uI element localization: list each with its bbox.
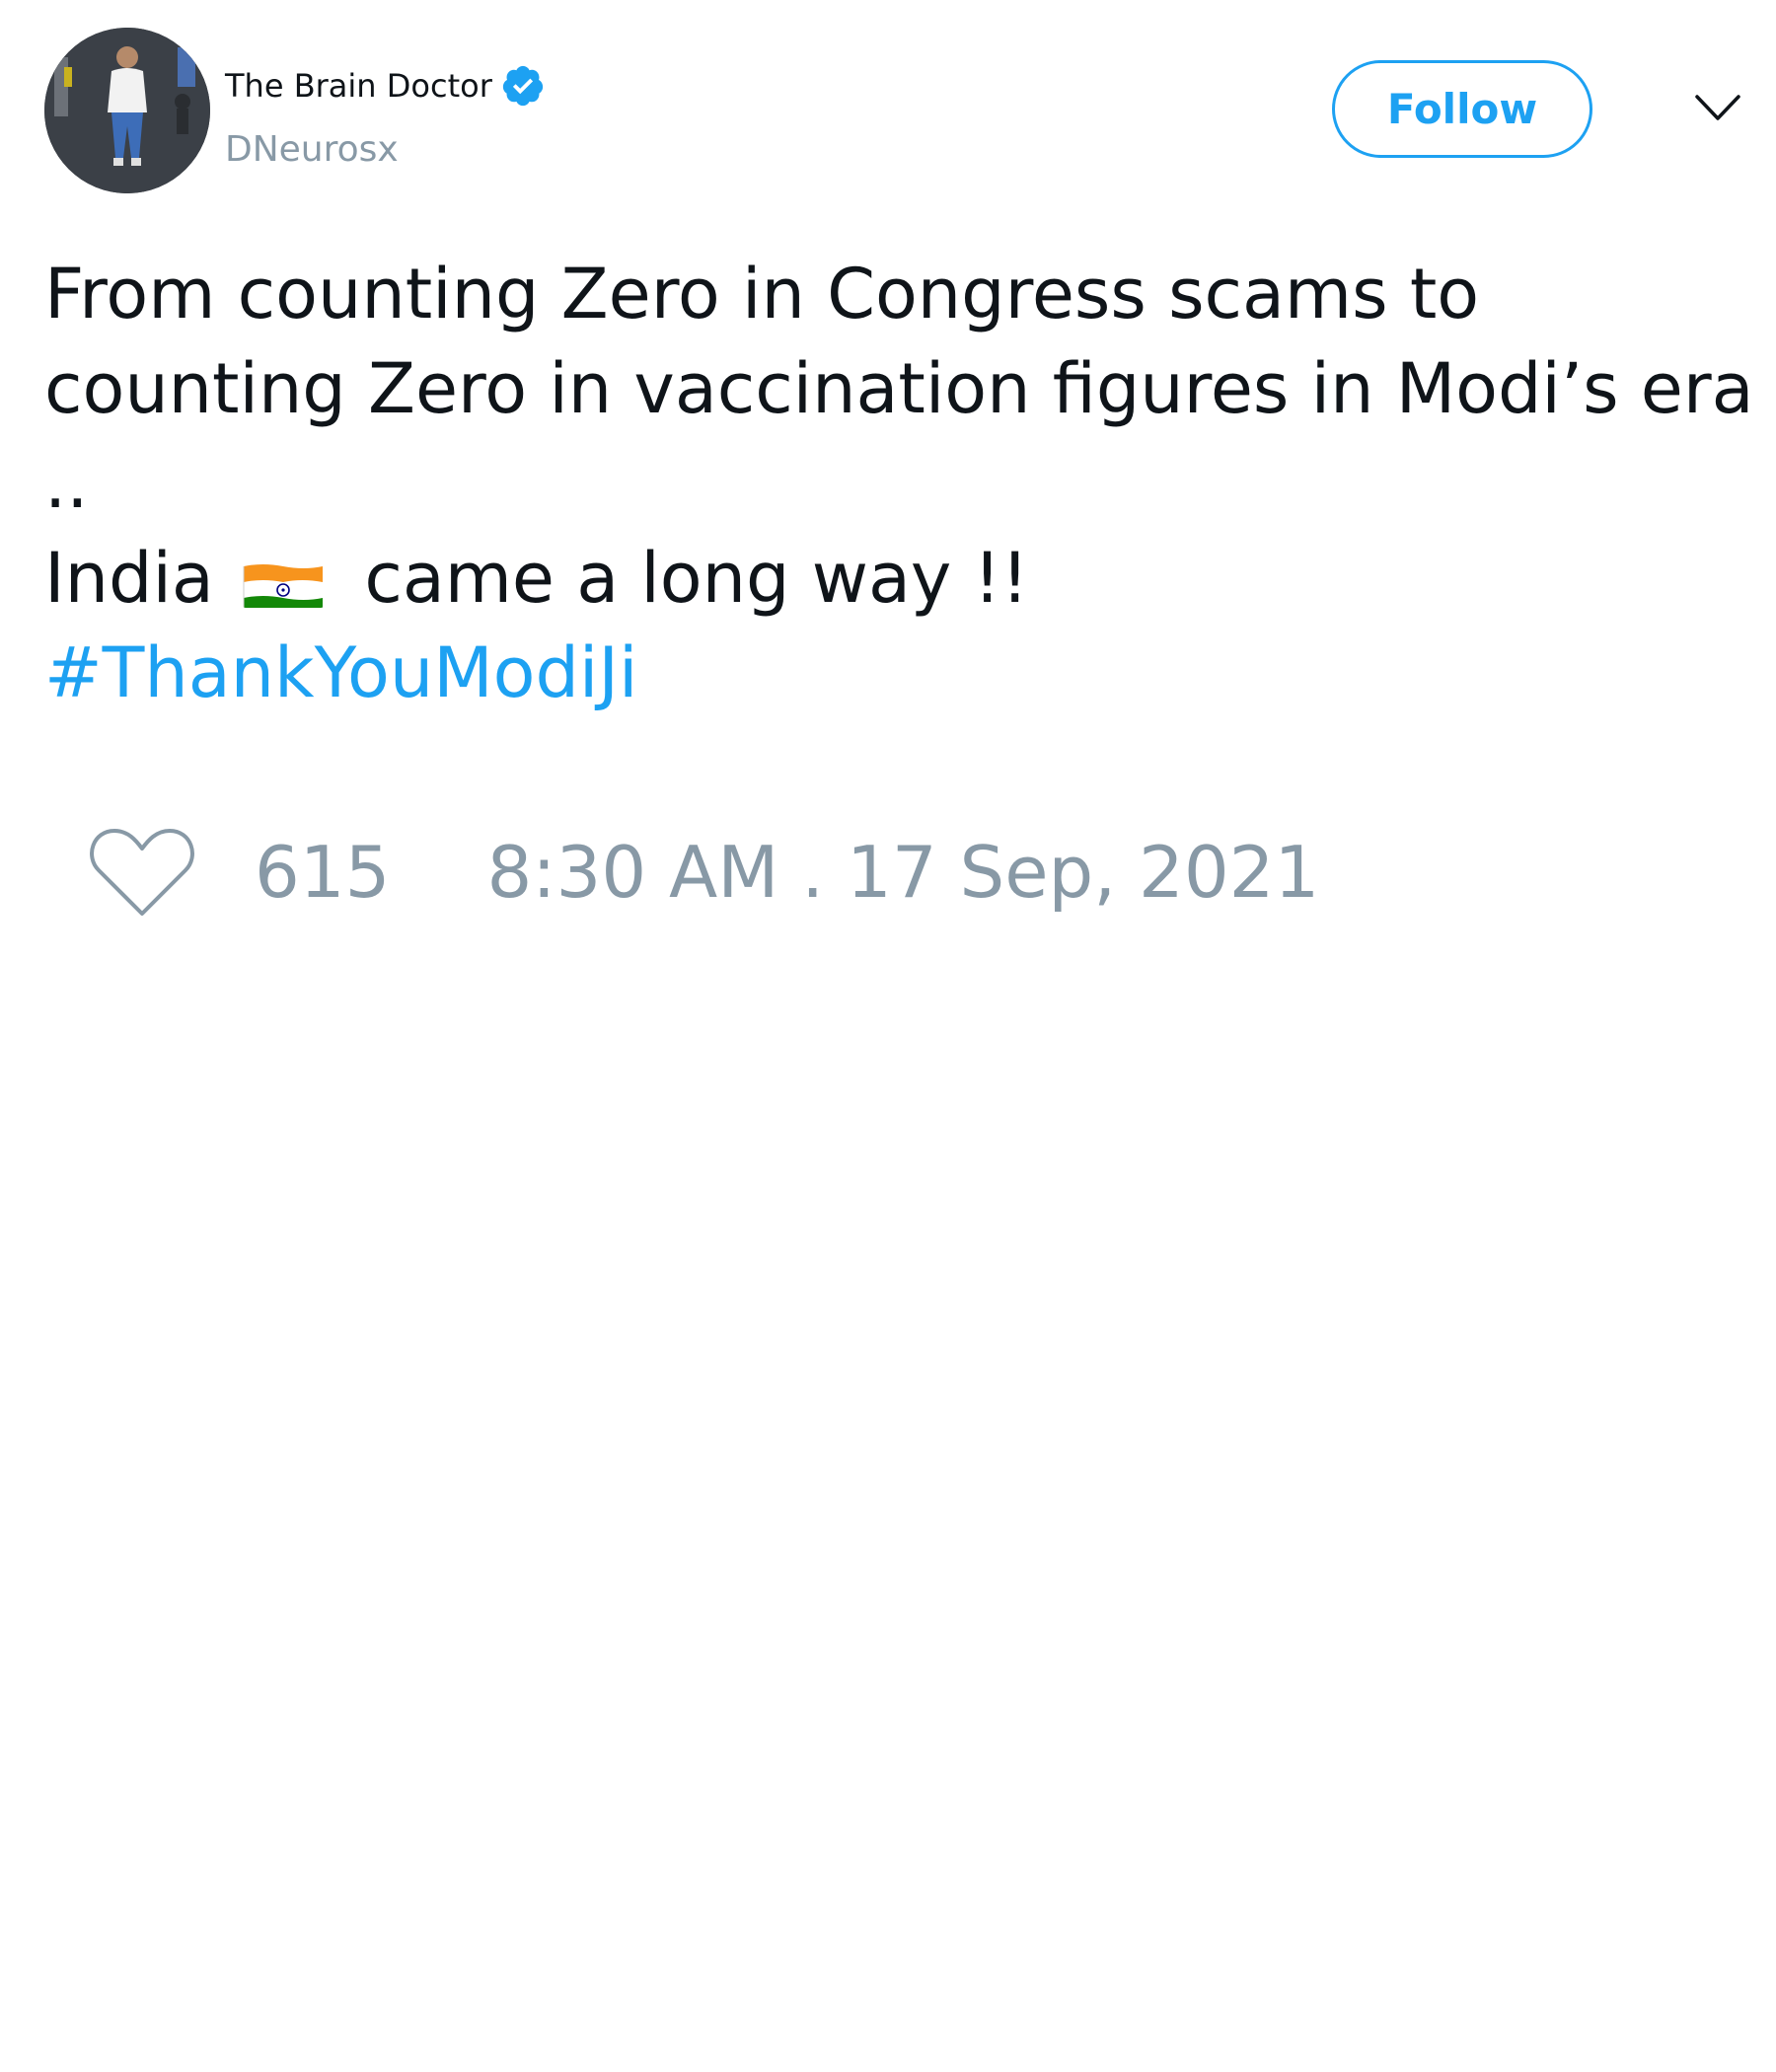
- tweet-line-flag: India came a long way !!: [44, 531, 1751, 626]
- hashtag-link[interactable]: #ThankYouModiJi: [44, 626, 1751, 720]
- tweet-line: From counting Zero in Congress scams to: [44, 254, 1480, 334]
- display-name[interactable]: The Brain Doctor: [225, 66, 492, 106]
- avatar[interactable]: [44, 28, 210, 193]
- tweet-line-prefix: India: [44, 538, 214, 619]
- tweet-line-suffix: came a long way !!: [364, 538, 1029, 619]
- tweet-timestamp[interactable]: 8:30 AM . 17 Sep, 2021: [486, 831, 1319, 914]
- verified-badge-icon: [500, 63, 546, 109]
- display-name-row[interactable]: The Brain Doctor: [225, 63, 546, 109]
- like-count[interactable]: 615: [255, 831, 390, 914]
- tweet-line: ..: [44, 443, 89, 524]
- handle[interactable]: DNeurosx: [225, 128, 399, 172]
- india-flag-emoji: [242, 549, 325, 608]
- tweet-line: counting Zero in vaccination figures in …: [44, 348, 1754, 429]
- follow-button[interactable]: Follow: [1332, 60, 1592, 158]
- heart-icon[interactable]: [89, 825, 195, 920]
- chevron-down-icon[interactable]: [1693, 91, 1742, 124]
- tweet-text: From counting Zero in Congress scams to …: [44, 247, 1754, 720]
- tweet-footer: 615 8:30 AM . 17 Sep, 2021: [89, 825, 1319, 920]
